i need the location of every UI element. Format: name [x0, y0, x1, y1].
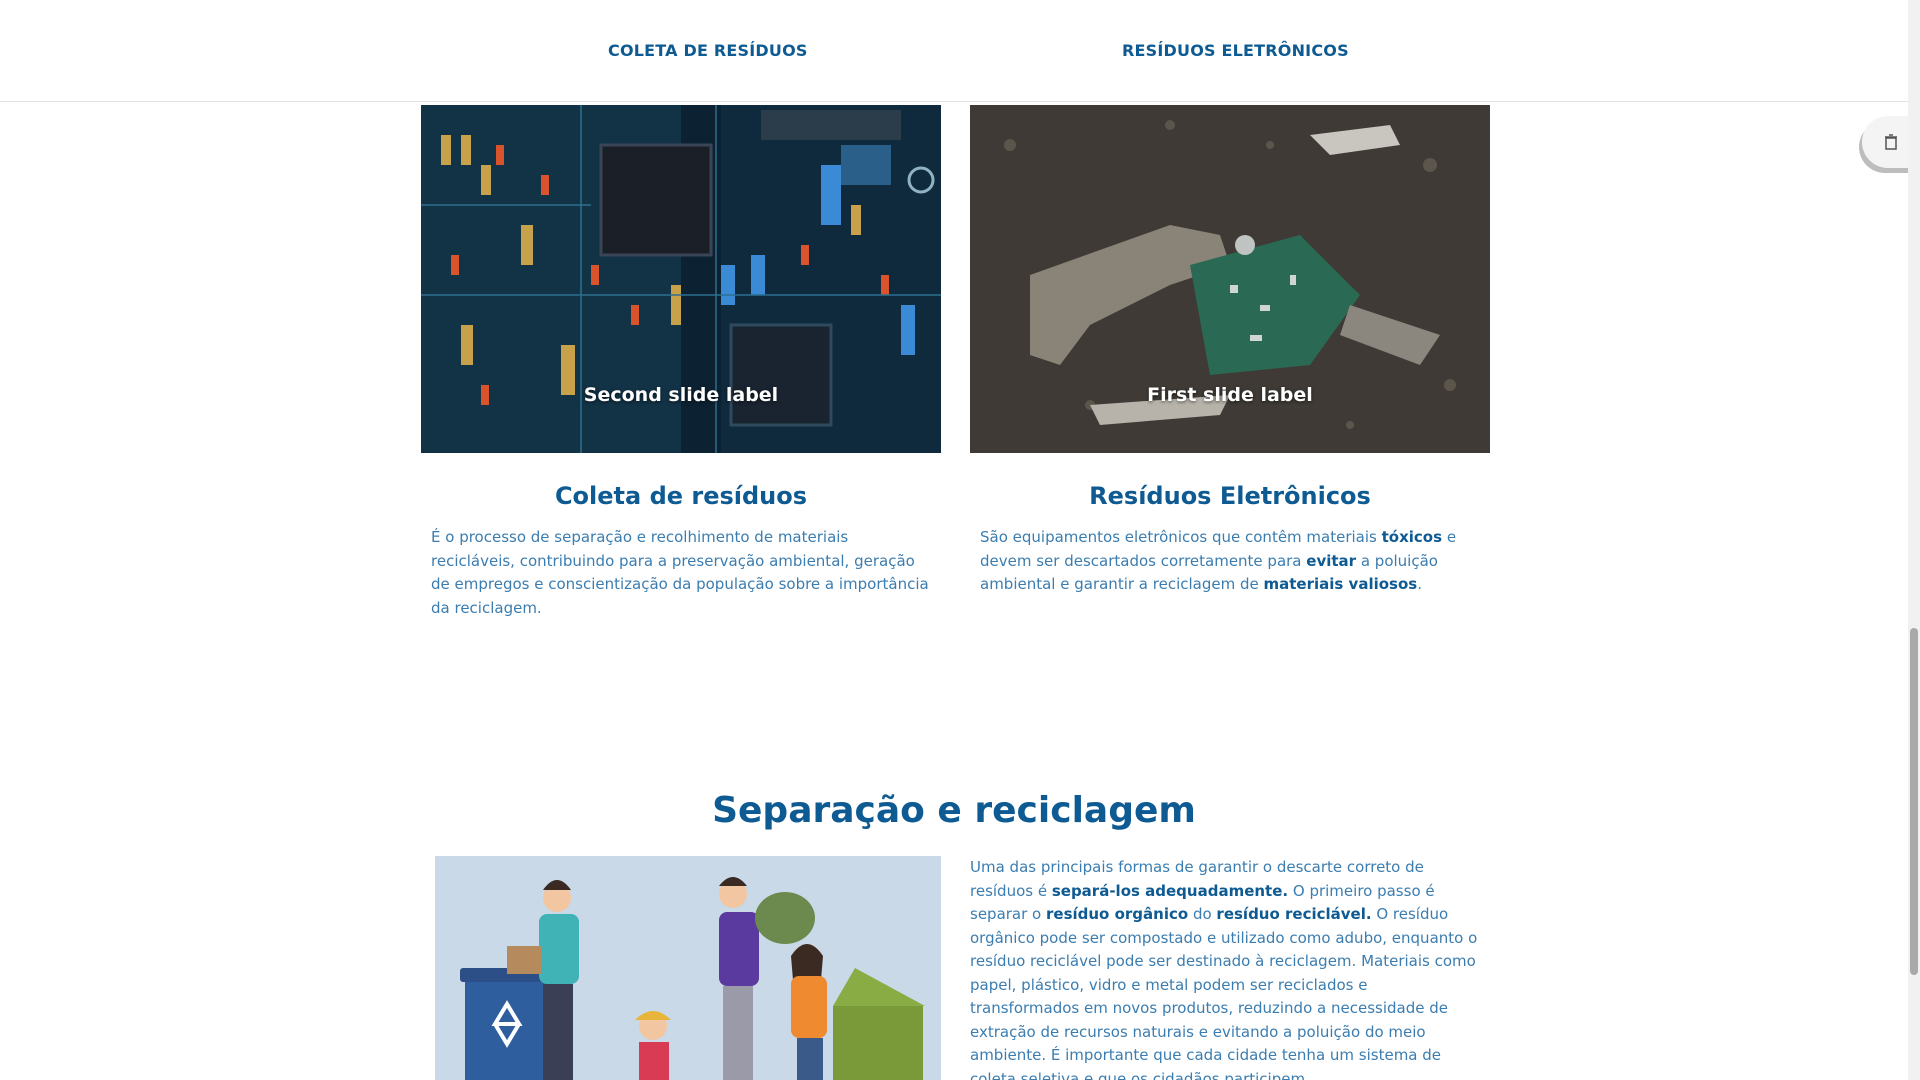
- card-title-coleta: Coleta de resíduos: [554, 482, 808, 510]
- slide-label: Second slide label: [583, 384, 779, 406]
- nav-link-eletronicos[interactable]: RESÍDUOS ELETRÔNICOS: [1122, 41, 1349, 60]
- slide-label: First slide label: [1147, 384, 1313, 406]
- card-text-eletronicos: São equipamentos eletrônicos que contêm …: [980, 528, 1457, 593]
- page-scrollbar[interactable]: [1908, 0, 1920, 1080]
- bold-residuo-organico: resíduo orgânico: [1046, 905, 1189, 923]
- trash-icon: [1885, 134, 1897, 150]
- card-title-eletronicos: Resíduos Eletrônicos: [1089, 482, 1371, 510]
- recycling-people-illustration: [435, 856, 941, 1080]
- card-text-coleta: É o processo de separação e recolhimento…: [431, 528, 929, 617]
- bold-toxicos: tóxicos: [1381, 528, 1443, 546]
- carousel-circuit-board-image[interactable]: Second slide label: [421, 105, 941, 453]
- bold-evitar: evitar: [1306, 551, 1357, 570]
- bold-residuo-reciclavel: resíduo reciclável.: [1216, 905, 1372, 923]
- bold-separa-los: separá-los adequadamente.: [1051, 881, 1289, 900]
- top-navbar: COLETA DE RESÍDUOS RESÍDUOS ELETRÔNICOS: [0, 0, 1908, 102]
- scrollbar-thumb[interactable]: [1910, 628, 1918, 975]
- bold-materiais-valiosos: materiais valiosos: [1263, 575, 1418, 593]
- section-title-separacao: Separação e reciclagem: [712, 790, 1196, 831]
- separacao-paragraph: Uma das principais formas de garantir o …: [970, 858, 1478, 1080]
- carousel-ewaste-image[interactable]: First slide label: [970, 105, 1490, 453]
- nav-link-coleta[interactable]: COLETA DE RESÍDUOS: [608, 41, 808, 60]
